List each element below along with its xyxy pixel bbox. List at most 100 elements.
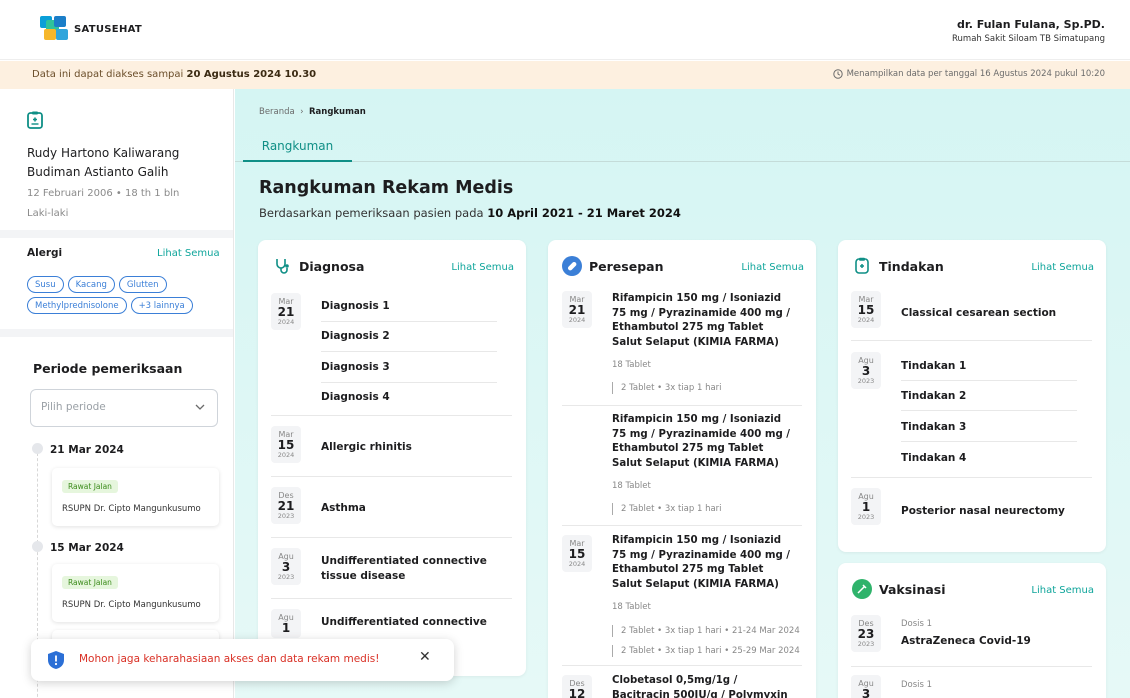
prescription-name[interactable]: Rifampicin 150 mg / Isoniazid 75 mg / Py… (612, 413, 792, 471)
date-year: 2024 (277, 451, 295, 459)
procedure-item[interactable]: Classical cesarean section (901, 306, 1056, 321)
procedure-item[interactable]: Posterior nasal neurectomy (901, 504, 1065, 519)
data-timestamp: Menampilkan data per tanggal 16 Agustus … (832, 69, 1105, 79)
procedure-item[interactable]: Tindakan 3 (901, 420, 966, 435)
diagnosis-item[interactable]: Diagnosis 4 (321, 390, 390, 405)
prescription-name[interactable]: Rifampicin 150 mg / Isoniazid 75 mg / Py… (612, 534, 792, 592)
diagnosis-item[interactable]: Diagnosis 3 (321, 360, 390, 375)
alergi-chip[interactable]: Methylprednisolone (27, 297, 127, 314)
timeline-dot (32, 541, 43, 552)
visit-hospital: RSUPN Dr. Cipto Mangunkusumo (62, 504, 201, 514)
satusehat-logo[interactable]: SATUSEHAT (40, 16, 142, 42)
tindakan-see-all-link[interactable]: Lihat Semua (1031, 262, 1094, 273)
peresepan-see-all-link[interactable]: Lihat Semua (741, 262, 804, 273)
access-banner: Data ini dapat diakses sampai 20 Agustus… (0, 61, 1130, 89)
alergi-see-all-link[interactable]: Lihat Semua (157, 248, 220, 259)
periode-placeholder: Pilih periode (41, 401, 106, 413)
peresepan-card: Peresepan Lihat Semua Mar 21 2024 Rifampic… (548, 240, 816, 698)
date-badge: Mar 21 2024 (271, 293, 301, 330)
patient-name: Rudy Hartono Kaliwarang Budiman Astianto… (27, 146, 180, 179)
tab-rangkuman[interactable]: Rangkuman (243, 134, 352, 162)
date-year: 2024 (277, 318, 295, 326)
alergi-chip[interactable]: Kacang (67, 276, 115, 293)
peresepan-title: Peresepan (589, 258, 664, 274)
periode-select[interactable]: Pilih periode (30, 389, 218, 427)
date-year: 2023 (857, 377, 875, 385)
diagnosis-item[interactable]: Undifferentiated connective tissue disea… (321, 554, 501, 584)
top-bar: SATUSEHAT dr. Fulan Fulana, Sp.PD. Rumah… (0, 0, 1130, 60)
alergi-more-chip[interactable]: +3 lainnya (130, 297, 193, 314)
periode-title: Periode pemeriksaan (33, 361, 183, 376)
date-badge: Agu 3 2023 (851, 352, 881, 389)
date-year: 2024 (568, 316, 586, 324)
divider (271, 415, 512, 416)
divider (0, 329, 233, 337)
divider (271, 598, 512, 599)
procedure-item[interactable]: Tindakan 4 (901, 451, 966, 466)
vaksinasi-see-all-link[interactable]: Lihat Semua (1031, 585, 1094, 596)
visit-card[interactable]: Rawat Jalan RSUPN Dr. Cipto Mangunkusumo (52, 468, 219, 526)
vaccine-dose: Dosis 1 (901, 619, 933, 629)
date-day: 21 (277, 305, 295, 319)
alergi-chip[interactable]: Glutten (118, 276, 167, 293)
date-day: 1 (281, 621, 291, 635)
divider (321, 382, 497, 383)
diagnosa-card: Diagnosa Lihat Semua Mar 21 2024 Diagnosis… (258, 240, 526, 676)
divider (562, 525, 802, 526)
breadcrumb: Beranda › Rangkuman (259, 107, 366, 117)
date-year: 2024 (857, 316, 875, 324)
subtitle-prefix: Berdasarkan pemeriksaan pasien pada (259, 206, 484, 220)
divider (901, 441, 1077, 442)
date-badge: Mar 15 2024 (271, 426, 301, 463)
diagnosa-see-all-link[interactable]: Lihat Semua (451, 262, 514, 273)
diagnosis-item[interactable]: Diagnosis 1 (321, 299, 390, 314)
chevron-down-icon (195, 404, 205, 410)
prescription-qty: 18 Tablet (612, 481, 651, 491)
diagnosis-item[interactable]: Asthma (321, 501, 366, 516)
diagnosis-item[interactable]: Diagnosis 2 (321, 329, 390, 344)
date-badge: Des 21 2023 (271, 487, 301, 524)
satusehat-logo-icon (40, 16, 68, 40)
date-badge: Agu 3 (851, 675, 881, 698)
syringe-icon (852, 579, 872, 599)
vaksinasi-title: Vaksinasi (879, 581, 946, 597)
stethoscope-icon (272, 256, 292, 276)
diagnosis-item[interactable]: Allergic rhinitis (321, 440, 412, 455)
user-hospital: Rumah Sakit Siloam TB Simatupang (952, 34, 1105, 44)
divider (901, 380, 1077, 381)
vaksinasi-header: Vaksinasi (852, 579, 946, 599)
user-info[interactable]: dr. Fulan Fulana, Sp.PD. Rumah Sakit Sil… (952, 18, 1105, 44)
diagnosa-header: Diagnosa (272, 256, 364, 276)
access-expiry: Data ini dapat diakses sampai 20 Agustus… (32, 69, 316, 80)
date-day: 15 (857, 303, 875, 317)
medical-record-icon (27, 111, 43, 129)
timeline-date: 15 Mar 2024 (50, 542, 124, 554)
tindakan-card: Tindakan Lihat Semua Mar 15 2024 Classical… (838, 240, 1106, 552)
breadcrumb-separator: › (300, 107, 304, 117)
date-day: 3 (861, 364, 871, 378)
visit-card[interactable]: Rawat Jalan RSUPN Dr. Cipto Mangunkusumo (52, 564, 219, 622)
alergi-chip[interactable]: Susu (27, 276, 64, 293)
date-badge: Des 12 (562, 675, 592, 698)
prescription-name[interactable]: Clobetasol 0,5mg/1g / Bacitracin 500IU/g… (612, 674, 792, 698)
visit-type-badge: Rawat Jalan (62, 480, 118, 493)
divider (321, 351, 497, 352)
close-icon[interactable]: ✕ (419, 649, 431, 665)
date-badge: Des 23 2023 (851, 615, 881, 652)
prescription-name[interactable]: Rifampicin 150 mg / Isoniazid 75 mg / Py… (612, 292, 792, 350)
access-prefix: Data ini dapat diakses sampai (32, 69, 184, 80)
procedure-item[interactable]: Tindakan 2 (901, 389, 966, 404)
page-subtitle: Berdasarkan pemeriksaan pasien pada 10 A… (259, 206, 681, 220)
timeline-line (37, 453, 38, 543)
privacy-toast: Mohon jaga keharahasiaan akses dan data … (31, 639, 454, 681)
tindakan-header: Tindakan (852, 256, 944, 276)
clock-icon (832, 69, 843, 79)
vaccine-name[interactable]: AstraZeneca Covid-19 (901, 634, 1031, 649)
procedure-item[interactable]: Tindakan 1 (901, 359, 966, 374)
diagnosis-item[interactable]: Undifferentiated connective (321, 615, 501, 630)
breadcrumb-home[interactable]: Beranda (259, 107, 295, 117)
diagnosa-title: Diagnosa (299, 258, 365, 274)
user-name: dr. Fulan Fulana, Sp.PD. (957, 18, 1105, 31)
date-year: 2023 (277, 512, 295, 520)
divider (562, 405, 802, 406)
